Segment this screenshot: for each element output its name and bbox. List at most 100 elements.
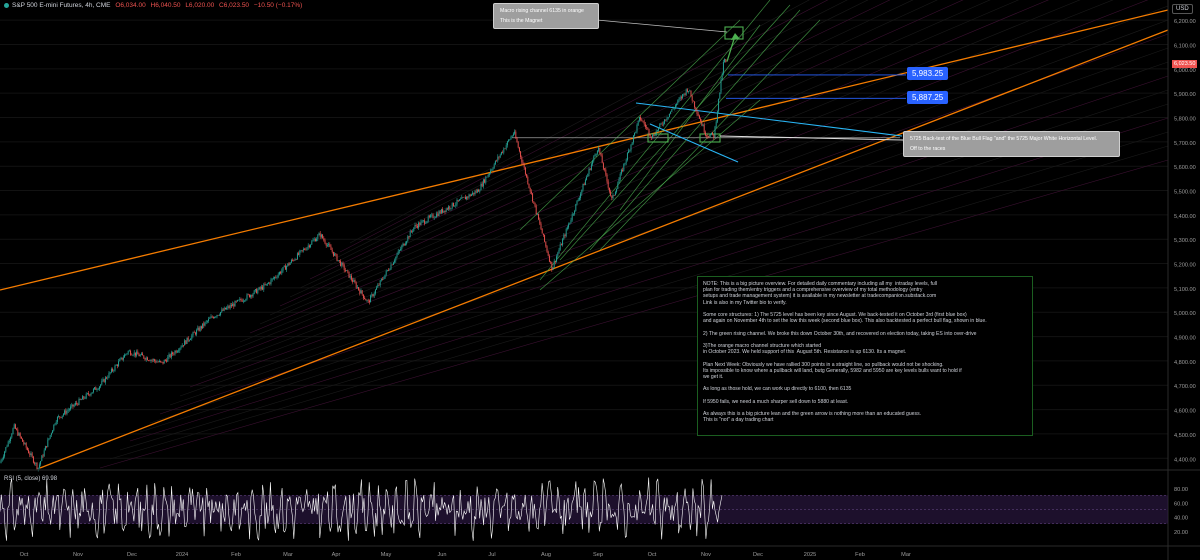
candle: [554, 261, 556, 262]
candle: [58, 416, 60, 417]
candle: [68, 409, 70, 411]
candle: [188, 340, 190, 341]
rsi-tick-label: 40.00: [1174, 516, 1188, 522]
candle: [674, 105, 676, 109]
candle: [671, 109, 673, 112]
candle: [34, 462, 36, 464]
candle: [360, 290, 362, 294]
price-tick-label: 5,900.00: [1174, 92, 1196, 98]
candle: [725, 59, 727, 63]
candle: [412, 230, 414, 232]
candle: [197, 327, 199, 330]
candle: [457, 199, 459, 201]
candle: [328, 244, 330, 245]
candle: [54, 424, 56, 425]
candle: [287, 263, 289, 267]
candle: [691, 96, 693, 101]
magnet-callout[interactable]: Macro rising channel 6135 in orange This…: [493, 3, 599, 29]
candle: [205, 321, 207, 323]
candle: [509, 139, 511, 141]
time-tick-label: Dec: [127, 552, 137, 558]
price-tick-label: 5,400.00: [1174, 214, 1196, 220]
note-textbox[interactable]: NOTE: This is a big picture overview. Fo…: [697, 276, 1033, 436]
candle: [181, 345, 183, 348]
candle: [307, 245, 309, 248]
candle: [233, 303, 235, 307]
candle: [212, 317, 214, 319]
candle: [577, 199, 579, 201]
candle: [331, 249, 333, 252]
candle: [464, 196, 466, 200]
candle: [584, 179, 586, 186]
candle: [618, 179, 620, 184]
candle: [456, 199, 458, 205]
candle: [164, 360, 166, 361]
candle: [619, 173, 621, 180]
candle: [566, 227, 568, 229]
candle: [462, 197, 464, 198]
candle: [580, 193, 582, 198]
candle: [672, 108, 674, 110]
candle: [654, 135, 656, 137]
candle: [107, 377, 109, 379]
candle: [581, 189, 583, 194]
candle: [229, 305, 231, 308]
candle: [667, 116, 669, 119]
candle: [463, 196, 465, 198]
candle: [295, 259, 297, 260]
candle: [326, 244, 328, 246]
candle: [700, 118, 702, 122]
candle: [282, 267, 284, 271]
candle: [340, 260, 342, 267]
candle: [341, 262, 343, 267]
candle: [454, 205, 456, 207]
candle: [352, 279, 354, 282]
candle: [582, 184, 584, 190]
candle: [606, 174, 608, 182]
candle: [449, 206, 451, 209]
candle: [392, 262, 394, 265]
currency-label[interactable]: USD: [1172, 4, 1193, 14]
candle: [132, 355, 134, 356]
candle: [630, 144, 632, 151]
rsi-tick-label: 60.00: [1174, 501, 1188, 507]
candle: [355, 282, 357, 288]
candle: [644, 124, 646, 128]
candle: [8, 441, 10, 442]
candle: [598, 147, 600, 151]
candle: [46, 446, 48, 447]
candle: [336, 254, 338, 261]
candle: [620, 169, 622, 174]
candle: [270, 279, 272, 284]
candle: [631, 142, 633, 145]
candle: [133, 352, 135, 356]
candle: [448, 206, 450, 210]
candle: [715, 121, 717, 127]
candle: [408, 236, 410, 238]
candle: [395, 256, 397, 261]
level-label-1[interactable]: 5,983.25: [907, 67, 949, 80]
candle: [85, 393, 87, 399]
candle: [193, 332, 195, 333]
candle: [473, 192, 475, 195]
retest-callout[interactable]: 5725 Back-test of the Blue Bull Flag "an…: [903, 131, 1120, 157]
time-tick-label: Aug: [541, 552, 551, 558]
candle: [602, 163, 604, 169]
candle: [122, 357, 124, 360]
candle: [626, 152, 628, 160]
candle: [475, 191, 477, 193]
level-label-2[interactable]: 5,887.25: [907, 91, 949, 104]
candle: [342, 262, 344, 265]
candle: [461, 197, 463, 200]
candle: [256, 289, 258, 294]
candle: [0, 460, 2, 464]
candle: [124, 354, 126, 358]
candle: [139, 354, 141, 357]
fan-line: [339, 0, 829, 253]
candle: [284, 265, 286, 270]
candle: [438, 211, 440, 217]
candle: [622, 169, 624, 171]
candle: [247, 294, 249, 296]
rsi-tick-label: 20.00: [1174, 530, 1188, 536]
candle: [82, 396, 84, 400]
